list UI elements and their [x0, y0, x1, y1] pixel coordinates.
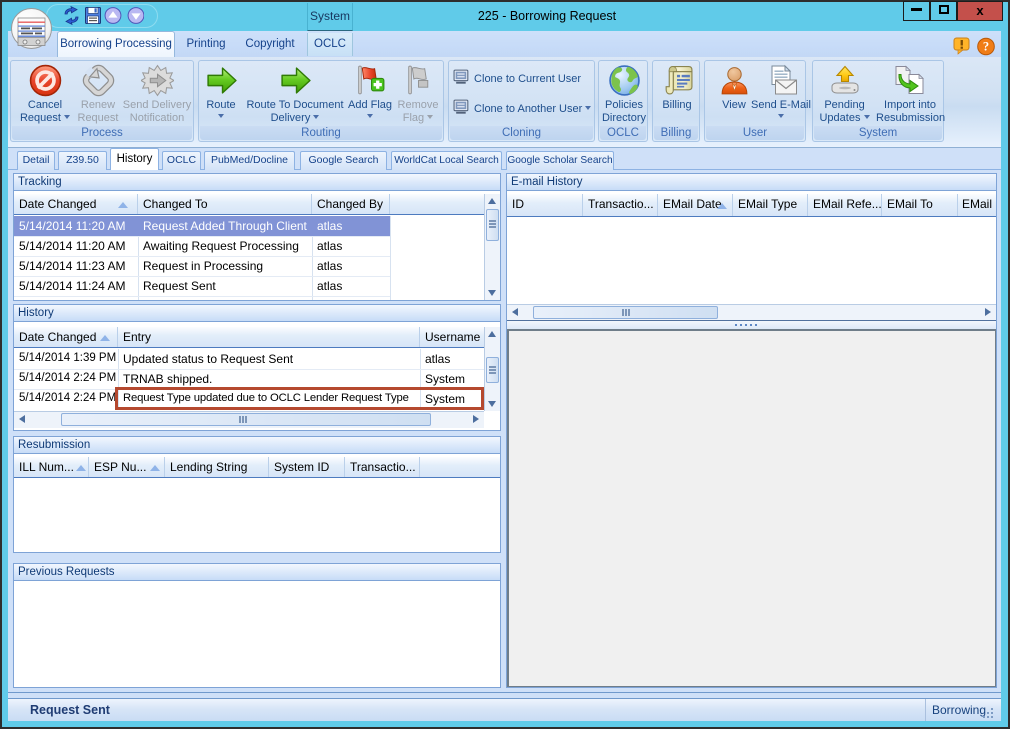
svg-text:?: ?: [983, 40, 989, 54]
